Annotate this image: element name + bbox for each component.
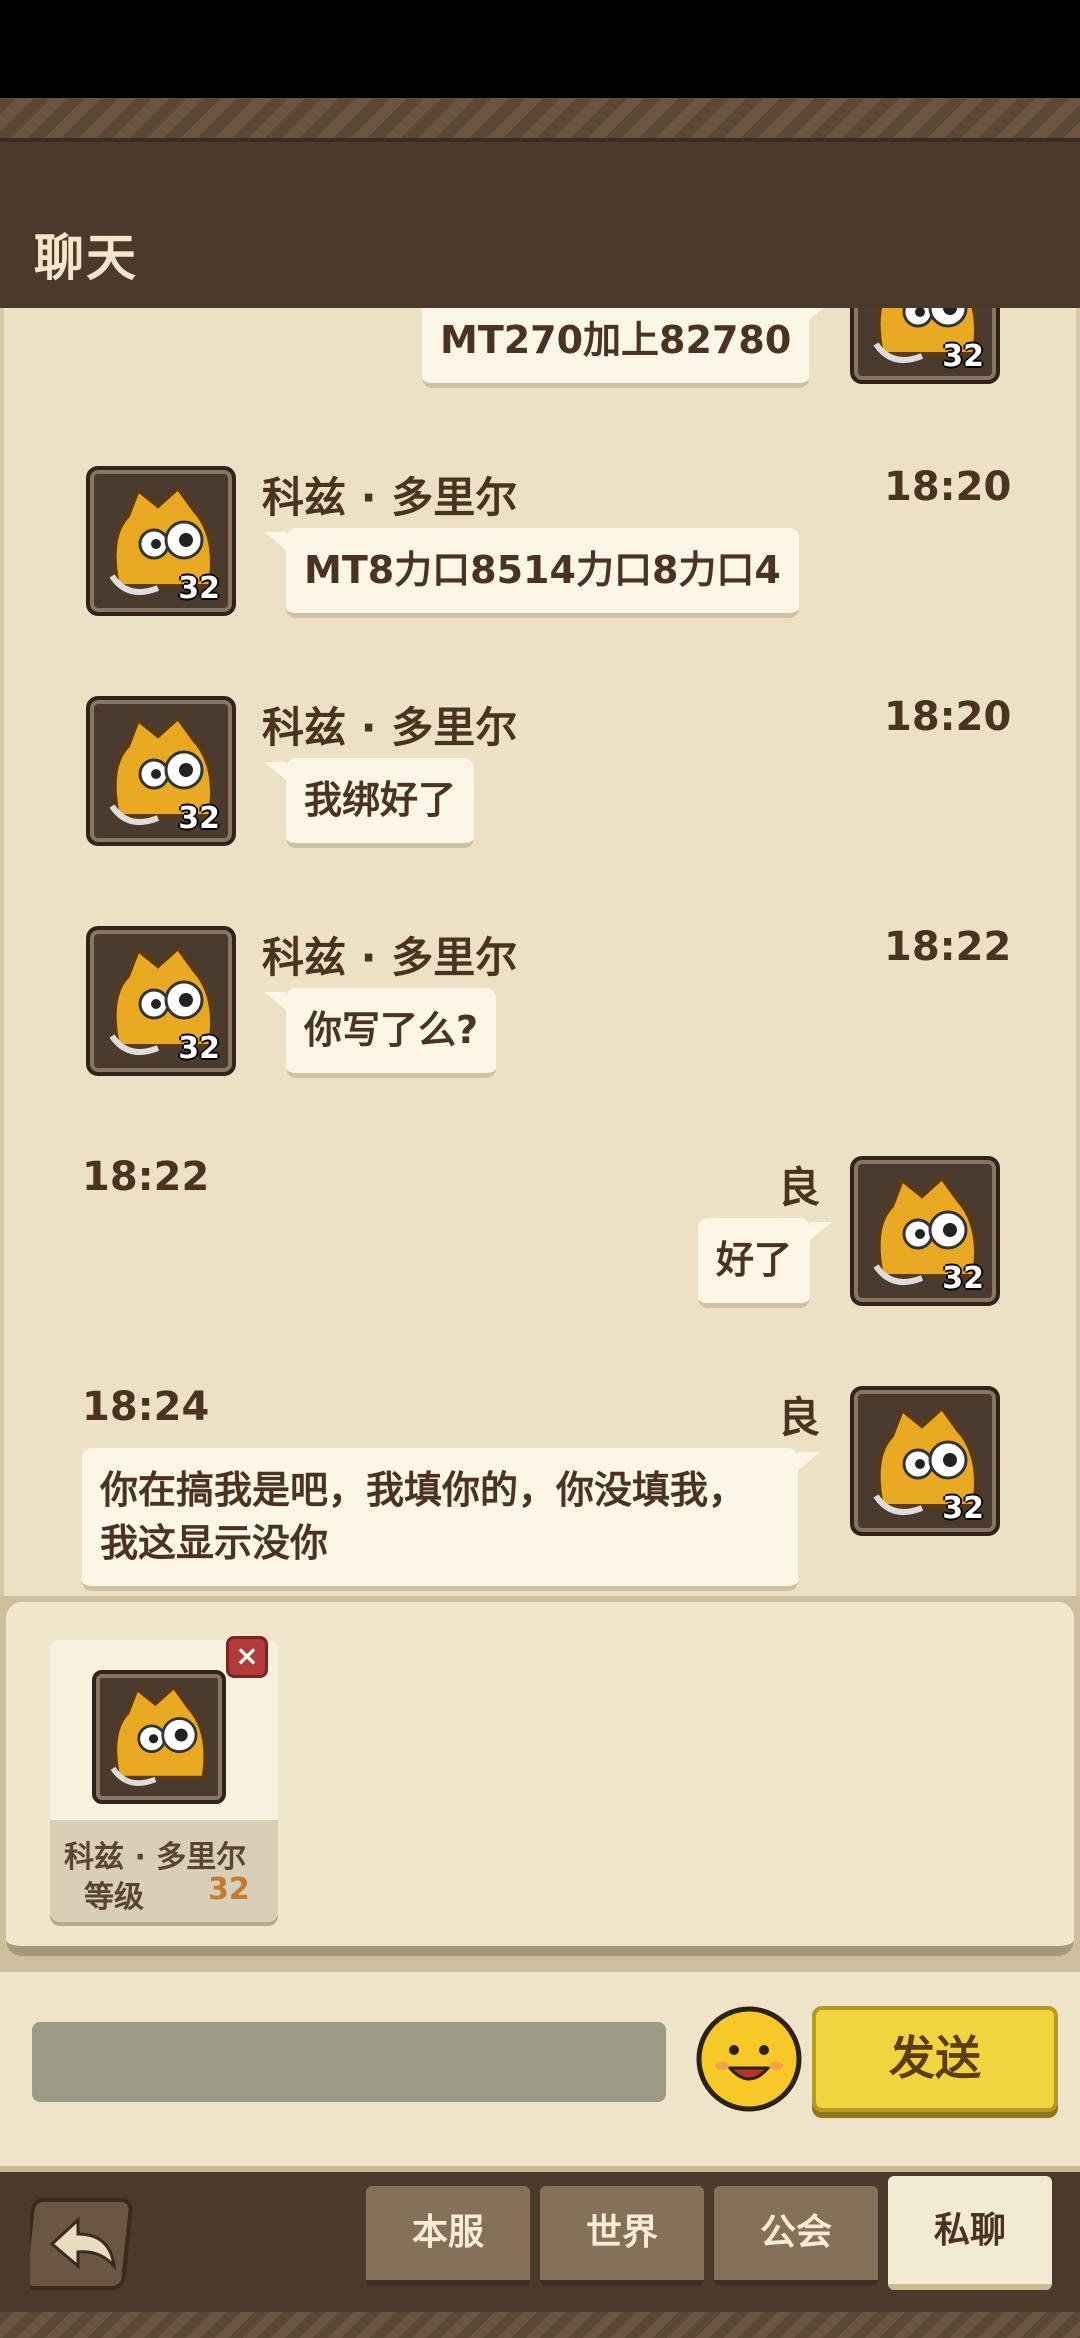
avatar[interactable]: 32 [850, 1156, 1000, 1306]
tab-server[interactable]: 本服 [366, 2186, 530, 2286]
bottom-nav: 本服 世界 公会 私聊 [0, 2172, 1080, 2338]
emoji-button[interactable] [696, 2006, 802, 2112]
sender-name: 良 [778, 1393, 821, 1442]
message-time: 18:22 [884, 924, 1012, 970]
sender-name: 良 [778, 1163, 821, 1212]
tab-private-chat[interactable]: 私聊 [888, 2176, 1052, 2290]
header: 聊天 [0, 98, 1080, 308]
avatar [92, 1670, 226, 1804]
sender-name: 科兹 · 多里尔 [262, 703, 518, 752]
avatar-level: 32 [178, 571, 220, 606]
contact-card[interactable]: 科兹 · 多里尔 等级 32 [50, 1640, 278, 1922]
avatar-level: 32 [942, 1261, 984, 1296]
contact-panel: 科兹 · 多里尔 等级 32 [0, 1596, 1080, 1972]
message-time: 18:22 [82, 1154, 210, 1200]
message-time: 18:20 [884, 464, 1012, 510]
contact-level: 32 [208, 1872, 250, 1907]
contact-name: 科兹 · 多里尔 [64, 1840, 247, 1875]
input-bar: 发送 [0, 1972, 1080, 2172]
send-button[interactable]: 发送 [812, 2006, 1058, 2112]
avatar[interactable]: 32 [850, 1386, 1000, 1536]
back-arrow-icon [23, 2198, 133, 2290]
close-icon[interactable]: × [226, 1636, 268, 1678]
contact-level-label: 等级 [84, 1880, 144, 1915]
smiley-icon [696, 2006, 802, 2112]
sender-name: 科兹 · 多里尔 [262, 933, 518, 982]
sender-name: 科兹 · 多里尔 [262, 473, 518, 522]
page-title: 聊天 [34, 229, 138, 287]
contact-panel-inner: 科兹 · 多里尔 等级 32 [6, 1602, 1074, 1956]
message-bubble: MT8力口8514力口8力口4 [264, 528, 799, 619]
avatar-level: 32 [942, 1491, 984, 1526]
status-bar [0, 0, 1080, 98]
message-bubble: MT270加上82780 [422, 308, 832, 389]
message-bubble: 好了 [698, 1218, 833, 1309]
avatar-level: 32 [178, 801, 220, 836]
avatar-level: 32 [942, 339, 984, 374]
message-bubble: 你写了么? [263, 988, 497, 1079]
creature-icon [110, 1684, 208, 1786]
message-input[interactable] [32, 2022, 666, 2102]
avatar[interactable]: 32 [86, 696, 236, 846]
message-time: 18:24 [82, 1384, 210, 1430]
chat-log[interactable]: MT270加上82780 32 32 科兹 · 多里尔 18:20 MT8力口8… [0, 308, 1080, 1596]
nav-pattern [0, 2312, 1080, 2338]
tab-world[interactable]: 世界 [540, 2186, 704, 2286]
header-pattern [0, 98, 1080, 142]
message-bubble: 你在搞我是吧，我填你的，你没填我，我这显示没你 [82, 1448, 820, 1592]
avatar[interactable]: 32 [850, 308, 1000, 384]
tab-guild[interactable]: 公会 [714, 2186, 878, 2286]
back-button[interactable] [23, 2196, 136, 2292]
avatar[interactable]: 32 [86, 466, 236, 616]
avatar[interactable]: 32 [86, 926, 236, 1076]
avatar-level: 32 [178, 1031, 220, 1066]
message-bubble: 我绑好了 [263, 758, 475, 849]
message-time: 18:20 [884, 694, 1012, 740]
